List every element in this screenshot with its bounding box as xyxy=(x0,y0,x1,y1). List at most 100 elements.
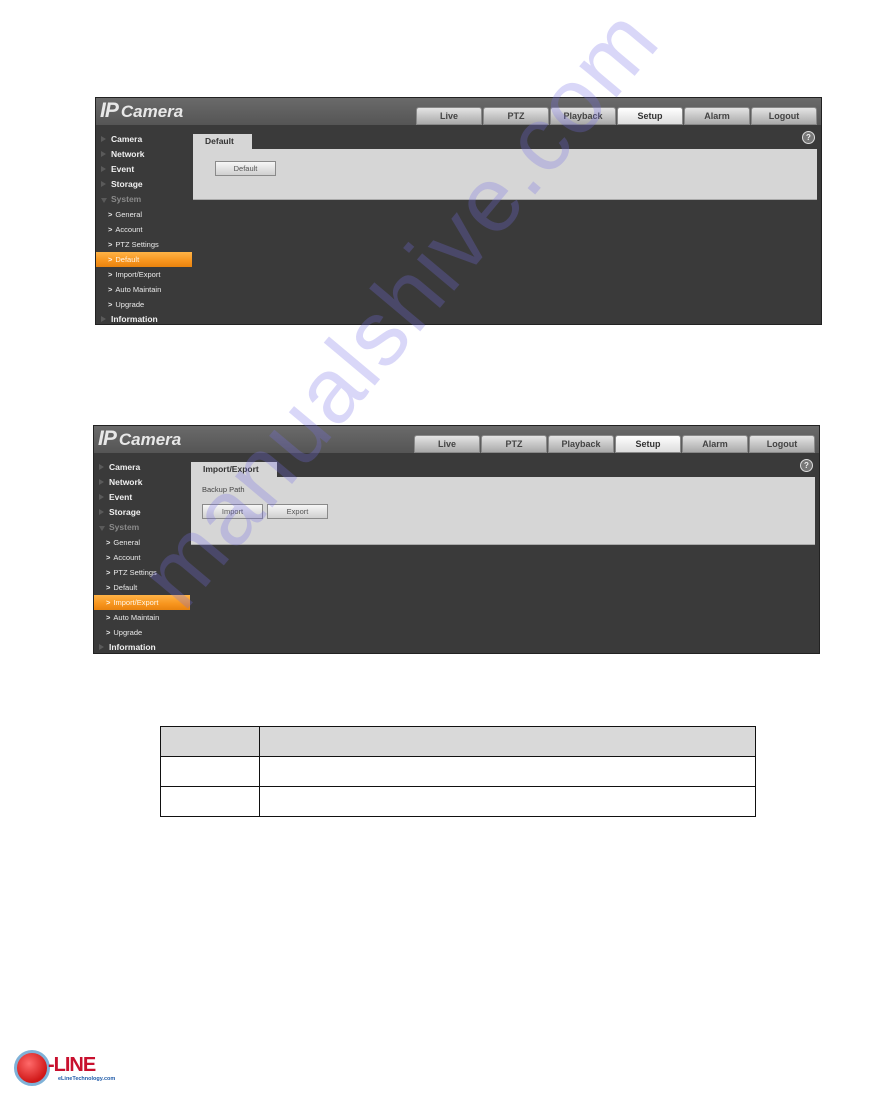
sidebar-item-event[interactable]: Event xyxy=(96,162,192,177)
sidebar-item-system[interactable]: System xyxy=(94,520,190,535)
chevron-right-icon: > xyxy=(108,255,113,264)
import-button[interactable]: Import xyxy=(202,504,263,519)
triangle-right-icon xyxy=(99,494,104,500)
chevron-right-icon: > xyxy=(106,553,111,562)
sidebar-subitem-general[interactable]: > General xyxy=(96,207,192,222)
logo-ip: IP xyxy=(100,99,119,122)
sidebar-item-label: System xyxy=(109,522,140,532)
triangle-right-icon xyxy=(101,316,106,322)
triangle-right-icon xyxy=(99,464,104,470)
subitem-label: Upgrade xyxy=(115,300,145,309)
content-tab-default[interactable]: Default xyxy=(193,134,252,149)
nav-tab-logout[interactable]: Logout xyxy=(751,107,817,125)
nav-tab-live[interactable]: Live xyxy=(414,435,480,453)
sidebar-item-storage[interactable]: Storage xyxy=(96,177,192,192)
brand-name: -LINE xyxy=(48,1054,96,1076)
nav-tab-ptz[interactable]: PTZ xyxy=(483,107,549,125)
nav-tab-live[interactable]: Live xyxy=(416,107,482,125)
chevron-right-icon: > xyxy=(106,613,111,622)
top-bar: IP Camera Live PTZ Playback Setup Alarm L… xyxy=(94,426,819,453)
chevron-right-icon: > xyxy=(106,538,111,547)
sidebar-subitem-ptz-settings[interactable]: > PTZ Settings xyxy=(96,237,192,252)
sidebar-subitem-upgrade[interactable]: > Upgrade xyxy=(96,297,192,312)
subitem-label: PTZ Settings xyxy=(113,568,157,577)
triangle-right-icon xyxy=(101,181,106,187)
nav-tab-playback[interactable]: Playback xyxy=(550,107,616,125)
chevron-right-icon: > xyxy=(108,210,113,219)
sidebar-item-network[interactable]: Network xyxy=(94,475,190,490)
sidebar-subitem-import-export[interactable]: > Import/Export xyxy=(94,595,190,610)
sidebar-item-storage[interactable]: Storage xyxy=(94,505,190,520)
sidebar-item-label: Camera xyxy=(111,134,143,144)
sidebar-item-camera[interactable]: Camera xyxy=(94,460,190,475)
nav-tab-alarm[interactable]: Alarm xyxy=(684,107,750,125)
screenshot-import-export-page: IP Camera Live PTZ Playback Setup Alarm L… xyxy=(93,425,820,654)
chevron-right-icon: > xyxy=(106,568,111,577)
nav-tab-setup[interactable]: Setup xyxy=(617,107,683,125)
chevron-right-icon: > xyxy=(108,240,113,249)
content-panel: Default xyxy=(193,149,817,200)
triangle-down-icon xyxy=(101,198,107,203)
help-icon[interactable]: ? xyxy=(802,131,815,144)
ip-camera-logo: IP Camera xyxy=(98,427,181,451)
triangle-right-icon xyxy=(99,644,104,650)
content-tab-import-export[interactable]: Import/Export xyxy=(191,462,277,477)
sidebar-subitem-ptz-settings[interactable]: > PTZ Settings xyxy=(94,565,190,580)
table-cell xyxy=(160,726,260,757)
table-cell xyxy=(259,786,756,817)
nav-tab-playback[interactable]: Playback xyxy=(548,435,614,453)
nav-tab-alarm[interactable]: Alarm xyxy=(682,435,748,453)
backup-path-label: Backup Path xyxy=(202,485,245,494)
sidebar-subitem-account[interactable]: > Account xyxy=(96,222,192,237)
setup-sidebar: Camera Network Event Storage System > Gen… xyxy=(96,132,192,324)
nav-tab-setup[interactable]: Setup xyxy=(615,435,681,453)
chevron-right-icon: > xyxy=(106,628,111,637)
sidebar-subitem-import-export[interactable]: > Import/Export xyxy=(96,267,192,282)
sidebar-subitem-default[interactable]: > Default xyxy=(96,252,192,267)
triangle-right-icon xyxy=(101,166,106,172)
chevron-right-icon: > xyxy=(108,270,113,279)
subitem-label: Account xyxy=(115,225,143,234)
sidebar-item-label: Event xyxy=(109,492,133,502)
sidebar-item-label: Storage xyxy=(109,507,141,517)
globe-icon xyxy=(14,1050,50,1086)
help-icon[interactable]: ? xyxy=(800,459,813,472)
sidebar-item-network[interactable]: Network xyxy=(96,147,192,162)
subitem-label: PTZ Settings xyxy=(115,240,159,249)
subitem-label: Import/Export xyxy=(113,598,159,607)
subitem-label: Account xyxy=(113,553,141,562)
sidebar-item-information[interactable]: Information xyxy=(94,640,190,653)
sidebar-item-label: Camera xyxy=(109,462,141,472)
default-button[interactable]: Default xyxy=(215,161,276,176)
triangle-right-icon xyxy=(99,509,104,515)
subitem-label: General xyxy=(113,538,141,547)
logo-ip: IP xyxy=(98,427,117,450)
sidebar-item-label: Event xyxy=(111,164,135,174)
nav-tab-ptz[interactable]: PTZ xyxy=(481,435,547,453)
sidebar-item-label: Storage xyxy=(111,179,143,189)
table-row xyxy=(160,756,756,787)
logo-camera: Camera xyxy=(120,102,184,121)
setup-sidebar: Camera Network Event Storage System > Gen… xyxy=(94,460,190,653)
sidebar-subitem-default[interactable]: > Default xyxy=(94,580,190,595)
sidebar-item-system[interactable]: System xyxy=(96,192,192,207)
sidebar-item-event[interactable]: Event xyxy=(94,490,190,505)
sidebar-subitem-account[interactable]: > Account xyxy=(94,550,190,565)
main-nav-tabs: Live PTZ Playback Setup Alarm Logout xyxy=(414,435,815,453)
chevron-right-icon: > xyxy=(108,285,113,294)
sidebar-subitem-auto-maintain[interactable]: > Auto Maintain xyxy=(96,282,192,297)
nav-tab-logout[interactable]: Logout xyxy=(749,435,815,453)
triangle-right-icon xyxy=(101,151,106,157)
sidebar-subitem-auto-maintain[interactable]: > Auto Maintain xyxy=(94,610,190,625)
chevron-right-icon: > xyxy=(106,583,111,592)
export-button[interactable]: Export xyxy=(267,504,328,519)
sidebar-item-label: System xyxy=(111,194,142,204)
sidebar-item-information[interactable]: Information xyxy=(96,312,192,324)
brand-url: eLineTechnology.com xyxy=(58,1076,116,1082)
eline-brand-logo: -LINE eLineTechnology.com xyxy=(14,1048,115,1092)
sidebar-item-label: Network xyxy=(111,149,145,159)
sidebar-item-camera[interactable]: Camera xyxy=(96,132,192,147)
sidebar-subitem-general[interactable]: > General xyxy=(94,535,190,550)
sidebar-subitem-upgrade[interactable]: > Upgrade xyxy=(94,625,190,640)
sidebar-item-label: Information xyxy=(111,314,158,324)
